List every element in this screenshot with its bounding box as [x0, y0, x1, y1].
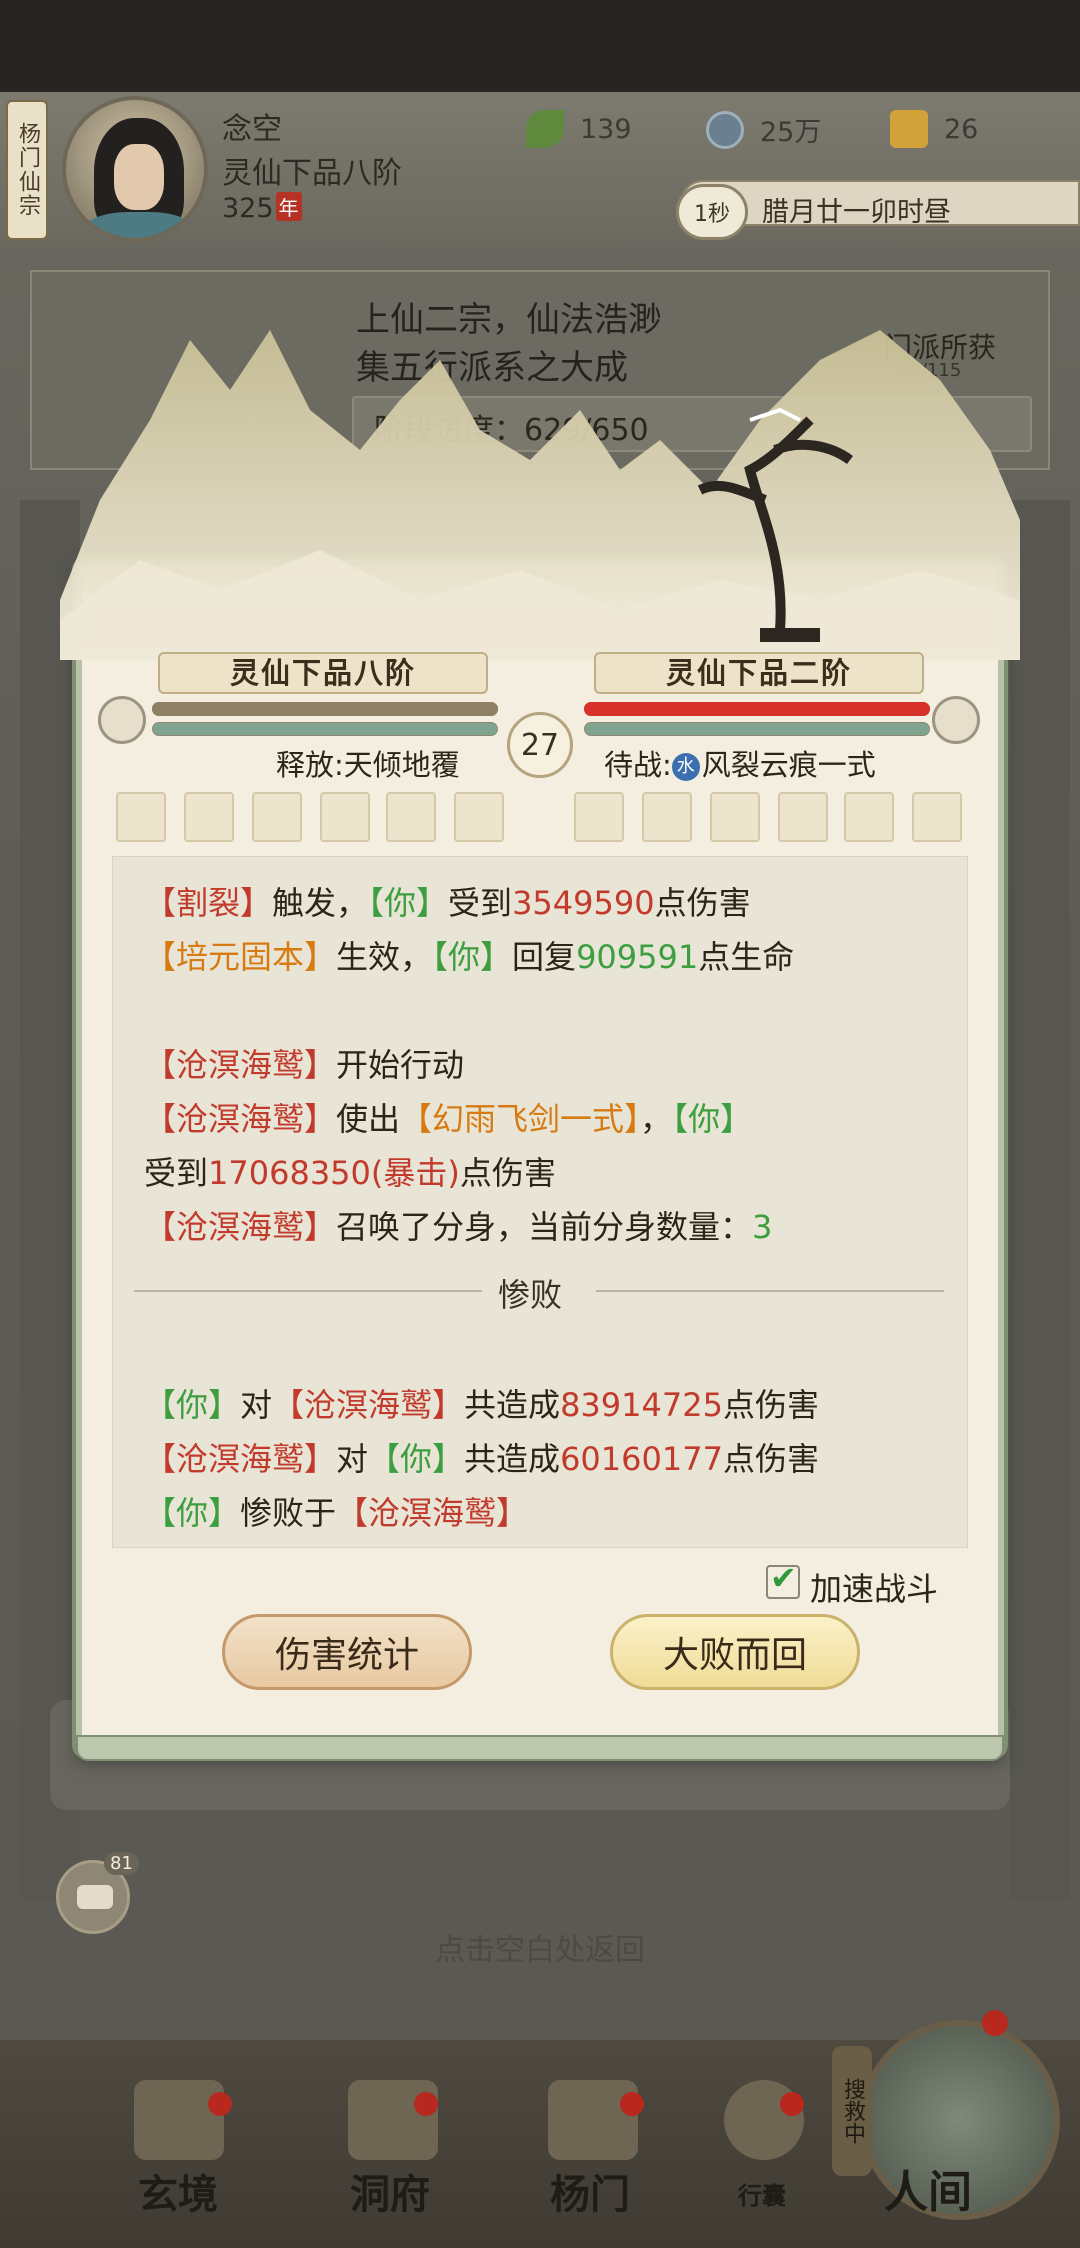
age-unit: 年	[275, 192, 302, 221]
summary-line: 【沧溟海鹫】对【你】共造成60160177点伤害	[144, 1440, 819, 1478]
player-age: 325 年	[222, 192, 302, 224]
damage-stats-button[interactable]: 伤害统计	[222, 1614, 472, 1690]
leaf-icon	[526, 110, 564, 148]
tap-to-return-hint[interactable]: 点击空白处返回	[0, 1925, 1080, 1969]
buff-slot[interactable]	[574, 792, 624, 842]
buff-slot[interactable]	[320, 792, 370, 842]
resource-gold[interactable]: 26	[890, 110, 978, 148]
rescue-status[interactable]: 搜救中	[832, 2046, 872, 2176]
speed-up-checkbox[interactable]	[766, 1559, 800, 1599]
buff-slot[interactable]	[912, 792, 962, 842]
sect-tab[interactable]: 杨门仙宗	[6, 100, 48, 240]
resource-value: 139	[580, 113, 632, 145]
notification-dot	[414, 2092, 438, 2116]
sect-gain-count: 23/115	[898, 360, 962, 381]
divider	[134, 1290, 482, 1292]
right-skill-prefix: 待战:	[604, 748, 672, 782]
divider	[596, 1290, 944, 1292]
resource-spirit-stone[interactable]: 139	[526, 110, 632, 148]
right-stage-label: 灵仙下品二阶	[594, 652, 924, 694]
right-skill-name: 风裂云痕一式	[701, 748, 876, 782]
log-line: 【沧溟海鹫】使出【幻雨飞剑一式】，【你】	[144, 1100, 753, 1138]
nav-renjian[interactable]: 人间	[884, 2156, 972, 2220]
left-mp-bar	[152, 722, 498, 736]
notification-dot	[208, 2092, 232, 2116]
game-time: 腊月廿一卯时昼	[762, 197, 951, 228]
buff-slot[interactable]	[454, 792, 504, 842]
log-line: 【割裂】触发，【你】受到3549590点伤害	[144, 884, 751, 922]
notification-dot	[780, 2092, 804, 2116]
coin-icon	[706, 110, 744, 149]
log-line: 受到17068350(暴击)点伤害	[144, 1154, 556, 1192]
buff-slot[interactable]	[778, 792, 828, 842]
buff-slot[interactable]	[184, 792, 234, 842]
nav-dongfu[interactable]: 洞府	[350, 2162, 430, 2220]
notification-dot	[620, 2092, 644, 2116]
notification-dot	[982, 2010, 1008, 2036]
retreat-button[interactable]: 大败而回	[610, 1614, 860, 1690]
status-bar	[0, 0, 1080, 92]
speed-button[interactable]: 1秒	[676, 184, 748, 240]
summary-line: 【你】惨败于【沧溟海鹫】	[144, 1494, 529, 1532]
buff-slot[interactable]	[844, 792, 894, 842]
buff-slot[interactable]	[252, 792, 302, 842]
buff-slot[interactable]	[386, 792, 436, 842]
resource-value: 26	[944, 113, 979, 145]
buff-slot[interactable]	[642, 792, 692, 842]
scroll-icon	[134, 2080, 224, 2160]
buff-slot[interactable]	[116, 792, 166, 842]
defeat-label: 惨败	[498, 1276, 563, 1314]
gold-icon	[890, 110, 928, 148]
water-element-icon: 水	[671, 753, 700, 781]
left-hp-bar	[152, 702, 498, 716]
speed-up-label[interactable]: 加速战斗	[810, 1564, 938, 1610]
scroll-icon[interactable]	[932, 696, 980, 744]
left-stage-label: 灵仙下品八阶	[158, 652, 488, 694]
player-name: 念空	[222, 112, 282, 147]
right-skill: 待战: 水风裂云痕一式	[604, 742, 876, 784]
resource-value: 25万	[760, 117, 822, 148]
banner-line-2: 集五行派系之大成	[356, 348, 628, 388]
stage-progress-label: 阶段进度：629/650	[374, 413, 649, 448]
player-rank: 灵仙下品八阶	[222, 156, 402, 191]
left-skill: 释放:天倾地覆	[276, 748, 460, 782]
buff-slot[interactable]	[710, 792, 760, 842]
side-panel-left	[20, 500, 80, 1900]
nav-yangmen[interactable]: 杨门	[550, 2162, 630, 2220]
banner-flag-icon	[548, 2080, 638, 2160]
banner-line-1: 上仙二宗，仙法浩渺	[356, 300, 662, 340]
round-counter: 27	[507, 712, 573, 778]
side-panel-right	[1010, 500, 1070, 1900]
avatar[interactable]	[62, 96, 208, 242]
log-line: 【沧溟海鹫】召唤了分身，当前分身数量：3	[144, 1208, 773, 1246]
resource-coin[interactable]: 25万	[706, 110, 821, 149]
age-value: 325	[222, 193, 274, 224]
nav-xuanjing[interactable]: 玄境	[138, 2162, 218, 2220]
right-mp-bar	[584, 722, 930, 736]
log-line: 【培元固本】生效，【你】回复909591点生命	[144, 938, 795, 976]
right-hp-bar	[584, 702, 930, 716]
summary-line: 【你】对【沧溟海鹫】共造成83914725点伤害	[144, 1386, 819, 1424]
modal-bottom-band	[76, 1735, 1004, 1761]
nav-bag[interactable]: 行囊	[738, 2176, 786, 2211]
log-line: 【沧溟海鹫】开始行动	[144, 1046, 465, 1084]
scroll-icon[interactable]	[98, 696, 146, 744]
chat-count-badge: 81	[104, 1852, 139, 1875]
